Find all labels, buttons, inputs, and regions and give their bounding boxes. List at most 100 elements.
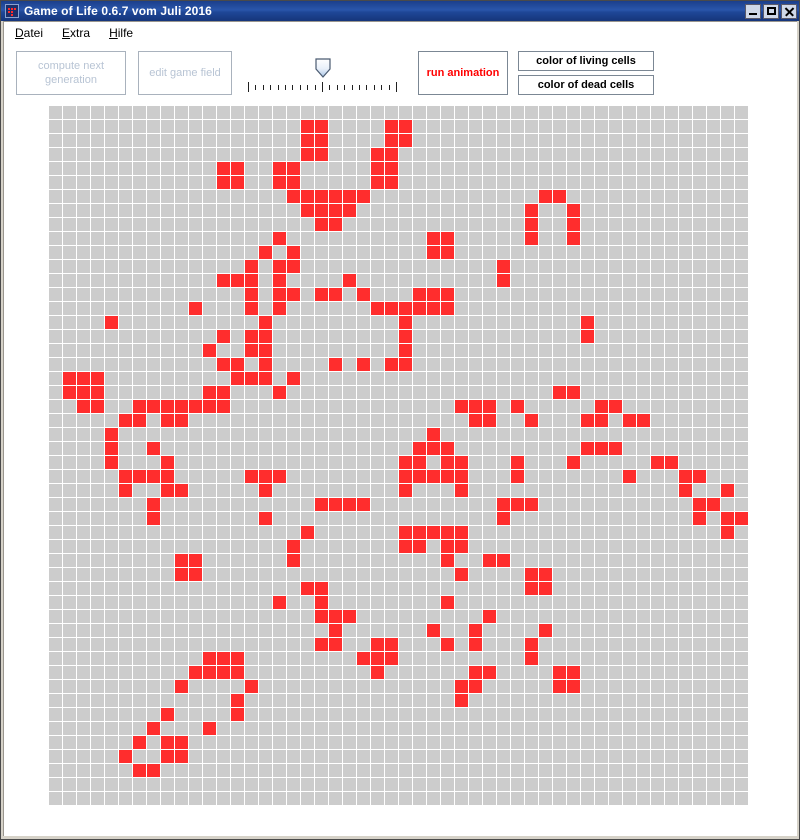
cell-dead[interactable] — [637, 372, 650, 385]
cell-dead[interactable] — [469, 274, 482, 287]
cell-dead[interactable] — [133, 288, 146, 301]
cell-dead[interactable] — [175, 456, 188, 469]
cell-dead[interactable] — [539, 470, 552, 483]
cell-dead[interactable] — [245, 708, 258, 721]
cell-alive[interactable] — [287, 554, 300, 567]
cell-dead[interactable] — [483, 470, 496, 483]
cell-dead[interactable] — [399, 106, 412, 119]
cell-dead[interactable] — [735, 638, 748, 651]
cell-dead[interactable] — [637, 120, 650, 133]
cell-dead[interactable] — [721, 694, 734, 707]
cell-dead[interactable] — [595, 596, 608, 609]
cell-dead[interactable] — [77, 134, 90, 147]
cell-dead[interactable] — [119, 722, 132, 735]
cell-dead[interactable] — [735, 148, 748, 161]
cell-dead[interactable] — [399, 792, 412, 805]
cell-dead[interactable] — [497, 624, 510, 637]
cell-dead[interactable] — [581, 596, 594, 609]
cell-dead[interactable] — [133, 246, 146, 259]
cell-dead[interactable] — [483, 386, 496, 399]
cell-dead[interactable] — [49, 232, 62, 245]
cell-dead[interactable] — [511, 344, 524, 357]
cell-alive[interactable] — [133, 764, 146, 777]
cell-alive[interactable] — [455, 470, 468, 483]
cell-dead[interactable] — [231, 442, 244, 455]
cell-dead[interactable] — [623, 722, 636, 735]
cell-dead[interactable] — [315, 708, 328, 721]
cell-dead[interactable] — [217, 610, 230, 623]
cell-alive[interactable] — [441, 596, 454, 609]
cell-dead[interactable] — [455, 666, 468, 679]
cell-dead[interactable] — [413, 596, 426, 609]
cell-dead[interactable] — [525, 260, 538, 273]
cell-dead[interactable] — [679, 428, 692, 441]
cell-dead[interactable] — [483, 120, 496, 133]
cell-dead[interactable] — [413, 778, 426, 791]
cell-dead[interactable] — [539, 750, 552, 763]
cell-dead[interactable] — [161, 554, 174, 567]
cell-dead[interactable] — [427, 148, 440, 161]
cell-dead[interactable] — [49, 708, 62, 721]
cell-alive[interactable] — [217, 330, 230, 343]
cell-dead[interactable] — [357, 330, 370, 343]
cell-dead[interactable] — [553, 358, 566, 371]
cell-dead[interactable] — [77, 330, 90, 343]
cell-dead[interactable] — [455, 190, 468, 203]
cell-dead[interactable] — [637, 792, 650, 805]
cell-dead[interactable] — [63, 190, 76, 203]
cell-dead[interactable] — [525, 316, 538, 329]
cell-dead[interactable] — [217, 638, 230, 651]
cell-dead[interactable] — [679, 400, 692, 413]
cell-dead[interactable] — [231, 428, 244, 441]
cell-dead[interactable] — [525, 288, 538, 301]
cell-alive[interactable] — [497, 274, 510, 287]
cell-dead[interactable] — [623, 512, 636, 525]
cell-dead[interactable] — [315, 540, 328, 553]
cell-dead[interactable] — [553, 484, 566, 497]
cell-dead[interactable] — [63, 750, 76, 763]
cell-dead[interactable] — [217, 736, 230, 749]
cell-dead[interactable] — [693, 428, 706, 441]
cell-dead[interactable] — [469, 610, 482, 623]
cell-dead[interactable] — [595, 470, 608, 483]
cell-dead[interactable] — [343, 582, 356, 595]
cell-alive[interactable] — [217, 274, 230, 287]
cell-dead[interactable] — [329, 134, 342, 147]
cell-dead[interactable] — [623, 274, 636, 287]
cell-dead[interactable] — [175, 582, 188, 595]
cell-dead[interactable] — [707, 736, 720, 749]
cell-dead[interactable] — [371, 288, 384, 301]
cell-dead[interactable] — [483, 344, 496, 357]
cell-dead[interactable] — [469, 134, 482, 147]
cell-dead[interactable] — [77, 484, 90, 497]
cell-dead[interactable] — [693, 610, 706, 623]
cell-dead[interactable] — [63, 148, 76, 161]
cell-dead[interactable] — [455, 442, 468, 455]
cell-dead[interactable] — [371, 372, 384, 385]
cell-dead[interactable] — [133, 484, 146, 497]
cell-dead[interactable] — [525, 526, 538, 539]
cell-dead[interactable] — [399, 204, 412, 217]
cell-dead[interactable] — [427, 260, 440, 273]
cell-dead[interactable] — [273, 330, 286, 343]
cell-dead[interactable] — [567, 162, 580, 175]
cell-dead[interactable] — [63, 582, 76, 595]
cell-dead[interactable] — [371, 526, 384, 539]
cell-dead[interactable] — [721, 232, 734, 245]
cell-dead[interactable] — [245, 582, 258, 595]
cell-dead[interactable] — [539, 386, 552, 399]
cell-dead[interactable] — [259, 190, 272, 203]
cell-dead[interactable] — [707, 274, 720, 287]
cell-dead[interactable] — [665, 330, 678, 343]
cell-alive[interactable] — [371, 176, 384, 189]
cell-dead[interactable] — [469, 386, 482, 399]
cell-dead[interactable] — [567, 540, 580, 553]
cell-dead[interactable] — [315, 778, 328, 791]
cell-alive[interactable] — [273, 162, 286, 175]
cell-dead[interactable] — [637, 358, 650, 371]
cell-alive[interactable] — [385, 176, 398, 189]
cell-dead[interactable] — [637, 498, 650, 511]
cell-dead[interactable] — [427, 568, 440, 581]
cell-dead[interactable] — [525, 666, 538, 679]
cell-dead[interactable] — [413, 610, 426, 623]
